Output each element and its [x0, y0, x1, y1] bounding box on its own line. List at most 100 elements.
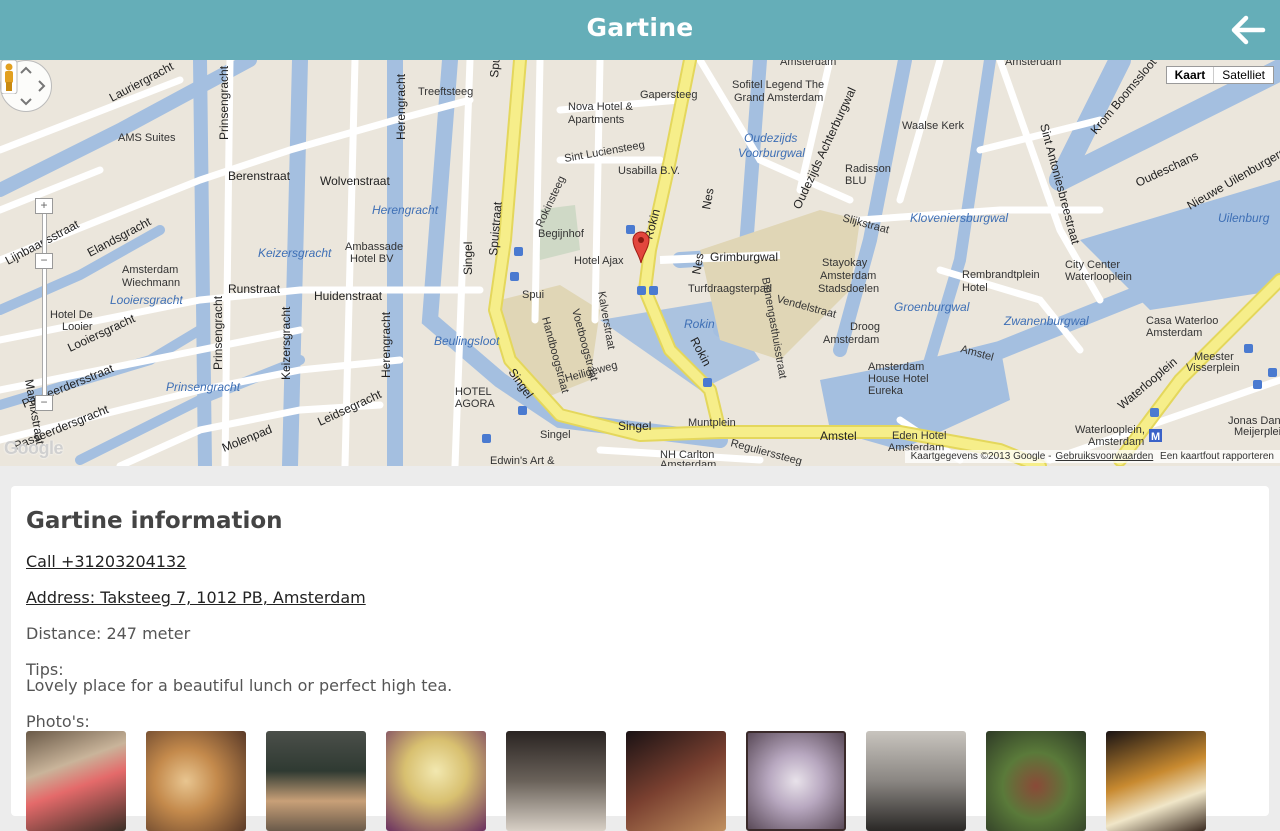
map-data-credit: Kaartgegevens ©2013 Google - — [909, 451, 1054, 462]
svg-text:Grand Amsterdam: Grand Amsterdam — [734, 92, 823, 104]
svg-text:Stayokay: Stayokay — [822, 257, 868, 269]
svg-text:Singel: Singel — [540, 429, 571, 441]
zoom-level-handle[interactable]: − — [35, 253, 53, 269]
photo-thumbnail[interactable] — [866, 731, 966, 831]
svg-text:Ambassade: Ambassade — [345, 241, 403, 253]
svg-text:Prinsengracht: Prinsengracht — [217, 65, 231, 140]
svg-text:Hotel: Hotel — [962, 282, 988, 294]
svg-text:Edwin's Art &: Edwin's Art & — [490, 455, 555, 466]
svg-text:Runstraat: Runstraat — [228, 282, 281, 296]
svg-text:House Hotel: House Hotel — [868, 373, 929, 385]
svg-text:HOTEL: HOTEL — [455, 386, 492, 398]
photo-gallery — [26, 731, 1206, 831]
report-error-link[interactable]: Een kaartfout rapporteren — [1158, 451, 1276, 462]
tips-text: Lovely place for a beautiful lunch or pe… — [26, 676, 452, 695]
svg-text:Berenstraat: Berenstraat — [228, 169, 291, 183]
svg-text:Gapersteeg: Gapersteeg — [640, 89, 697, 101]
svg-text:Waterlooplein: Waterlooplein — [1065, 271, 1132, 283]
svg-text:Beulingsloot: Beulingsloot — [434, 334, 500, 348]
svg-text:Rembrandtplein: Rembrandtplein — [962, 269, 1040, 281]
photo-thumbnail[interactable] — [746, 731, 846, 831]
svg-text:Oudeschans: Oudeschans — [1133, 149, 1200, 190]
map-type-satelliet-button[interactable]: Satelliet — [1214, 67, 1273, 83]
svg-text:Meijerplein: Meijerplein — [1234, 426, 1280, 438]
photo-thumbnail[interactable] — [26, 731, 126, 831]
svg-text:Radisson: Radisson — [845, 163, 891, 175]
photo-thumbnail[interactable] — [146, 731, 246, 831]
svg-text:City Center: City Center — [1065, 259, 1120, 271]
map-type-kaart-button[interactable]: Kaart — [1167, 67, 1215, 83]
svg-text:Waterlooplein,: Waterlooplein, — [1075, 424, 1145, 436]
map-view[interactable]: Lauriergracht AMS Suites Berenstraat Wol… — [0, 60, 1280, 466]
arrow-left-icon[interactable] — [1230, 14, 1266, 46]
svg-text:Amsterdam: Amsterdam — [660, 459, 716, 466]
svg-text:Nes: Nes — [689, 252, 706, 275]
svg-text:Keizersgracht: Keizersgracht — [258, 246, 332, 260]
svg-text:Oudezijds: Oudezijds — [744, 131, 797, 145]
svg-text:Uilenburg: Uilenburg — [1218, 211, 1270, 225]
photo-thumbnail[interactable] — [986, 731, 1086, 831]
svg-text:Amstel: Amstel — [820, 429, 857, 443]
svg-text:Begijnhof: Begijnhof — [538, 228, 585, 240]
zoom-out-button[interactable]: − — [35, 395, 53, 411]
svg-text:Prinsengracht: Prinsengracht — [166, 380, 241, 394]
svg-text:Usabilla B.V.: Usabilla B.V. — [618, 165, 680, 177]
svg-text:Amsterdam: Amsterdam — [122, 264, 178, 276]
svg-text:Treeftsteeg: Treeftsteeg — [418, 86, 473, 98]
photo-thumbnail[interactable] — [506, 731, 606, 831]
svg-text:Herengracht: Herengracht — [372, 203, 439, 217]
svg-text:Apartments: Apartments — [568, 114, 625, 126]
app-header: Gartine — [0, 0, 1280, 60]
svg-text:Singel: Singel — [461, 242, 475, 275]
svg-text:Hotel De: Hotel De — [50, 309, 93, 321]
svg-text:Visserplein: Visserplein — [1186, 362, 1240, 374]
photo-thumbnail[interactable] — [1106, 731, 1206, 831]
svg-text:Amsterdam: Amsterdam — [780, 60, 836, 68]
svg-text:AMS Suites: AMS Suites — [118, 132, 176, 144]
svg-text:Hotel Ajax: Hotel Ajax — [574, 255, 624, 267]
photo-thumbnail[interactable] — [626, 731, 726, 831]
location-marker-icon[interactable] — [630, 228, 652, 264]
svg-text:Amsterdam: Amsterdam — [823, 334, 879, 346]
svg-text:Spuistraat: Spuistraat — [487, 60, 506, 78]
svg-text:Spui: Spui — [522, 289, 544, 301]
svg-text:Amsterdam: Amsterdam — [1146, 327, 1202, 339]
call-link[interactable]: Call +31203204132 — [26, 552, 186, 571]
svg-text:Turfdraagsterpad: Turfdraagsterpad — [688, 283, 772, 295]
svg-text:Groenburgwal: Groenburgwal — [894, 300, 970, 314]
info-heading: Gartine information — [26, 508, 283, 534]
svg-text:Muntplein: Muntplein — [688, 417, 736, 429]
address-link[interactable]: Address: Taksteeg 7, 1012 PB, Amsterdam — [26, 588, 366, 607]
svg-text:Waalse Kerk: Waalse Kerk — [902, 120, 964, 132]
street-view-pegman-icon[interactable] — [0, 60, 18, 94]
zoom-slider[interactable] — [42, 205, 47, 407]
svg-text:Rokin: Rokin — [684, 317, 715, 331]
svg-text:Looiersgracht: Looiersgracht — [110, 293, 183, 307]
svg-text:AGORA: AGORA — [455, 398, 495, 410]
svg-text:Voorburgwal: Voorburgwal — [738, 146, 805, 160]
svg-text:Keizersgracht: Keizersgracht — [279, 306, 293, 380]
svg-text:M: M — [1151, 431, 1160, 443]
svg-text:Kloveniersburgwal: Kloveniersburgwal — [910, 211, 1008, 225]
svg-text:Huidenstraat: Huidenstraat — [314, 289, 383, 303]
svg-text:Zwanenburgwal: Zwanenburgwal — [1003, 314, 1089, 328]
svg-text:Hotel BV: Hotel BV — [350, 253, 394, 265]
svg-text:Nova Hotel &: Nova Hotel & — [568, 101, 633, 113]
svg-text:Droog: Droog — [850, 321, 880, 333]
info-card: Gartine information Call +31203204132 Ad… — [11, 486, 1269, 816]
zoom-in-button[interactable]: + — [35, 198, 53, 214]
svg-text:Casa Waterloo: Casa Waterloo — [1146, 315, 1218, 327]
svg-text:BLU: BLU — [845, 175, 866, 187]
google-logo: Google — [4, 438, 63, 459]
page-title: Gartine — [0, 13, 1280, 42]
svg-text:Herengracht: Herengracht — [379, 311, 393, 378]
svg-text:Amsterdam: Amsterdam — [1005, 60, 1061, 68]
svg-text:Eden Hotel: Eden Hotel — [892, 430, 946, 442]
svg-text:Singel: Singel — [618, 419, 651, 433]
terms-link[interactable]: Gebruiksvoorwaarden — [1053, 451, 1155, 462]
svg-text:Amsterdam: Amsterdam — [868, 361, 924, 373]
photo-thumbnail[interactable] — [386, 731, 486, 831]
svg-text:Sofitel Legend The: Sofitel Legend The — [732, 79, 824, 91]
svg-text:Eureka: Eureka — [868, 385, 904, 397]
photo-thumbnail[interactable] — [266, 731, 366, 831]
